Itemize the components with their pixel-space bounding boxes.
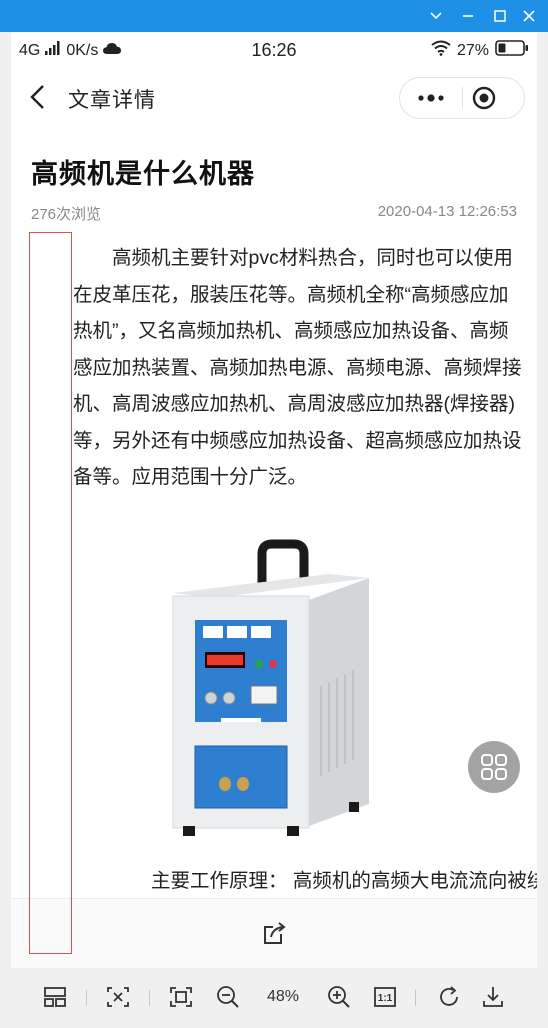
grid-menu-button[interactable]	[468, 741, 520, 793]
close-icon[interactable]	[513, 0, 545, 32]
article-title: 高频机是什么机器	[31, 159, 255, 189]
zoom-out-icon[interactable]	[215, 984, 241, 1010]
minimize-icon[interactable]	[452, 0, 484, 32]
bottom-action-bar	[11, 898, 537, 968]
capsule-divider	[462, 87, 463, 109]
paragraph-line: 等，另外还有中频感应加热设备、超高频感应加热设	[73, 429, 522, 452]
status-bar: 4G 0K/s 16:26 27%	[11, 32, 537, 68]
article-body: 高频机主要针对pvc材料热合，同时也可以使用 在皮革压花，服装压花等。高频机全称…	[73, 240, 537, 496]
download-icon[interactable]	[480, 984, 506, 1010]
toolbar-divider	[149, 990, 150, 1006]
paragraph-line: 机、高周波感应加热机、高周波感应加热器(焊接器)	[73, 393, 515, 415]
fullscreen-icon[interactable]	[168, 984, 194, 1010]
paragraph-line: 高频机主要针对pvc材料热合，同时也可以使用	[73, 247, 513, 269]
battery-level: 27%	[456, 41, 489, 59]
share-icon[interactable]	[261, 919, 289, 947]
paragraph-line: 热机”，又名高频加热机、高频感应加热设备、高频	[73, 320, 509, 342]
nav-bar: 文章详情	[11, 68, 537, 126]
actual-size-button[interactable]: 1:1	[372, 984, 398, 1010]
phone-screen: 4G 0K/s 16:26 27% 文章详情 高频机是什么机器 276次浏览 2…	[11, 32, 537, 968]
wifi-icon	[431, 40, 451, 61]
maximize-icon[interactable]	[484, 0, 516, 32]
zoom-in-icon[interactable]	[326, 984, 352, 1010]
toolbar-divider	[86, 990, 87, 1006]
zoom-level: 48%	[266, 988, 300, 1005]
battery-icon	[495, 40, 529, 61]
page-title: 文章详情	[68, 89, 156, 112]
paragraph-line: 在皮革压花，服装压花等。高频机全称“高频感应加	[73, 283, 509, 306]
paragraph-line: 备等。应用范围十分广泛。	[73, 466, 308, 488]
window-titlebar	[0, 0, 548, 32]
chevron-down-icon[interactable]	[420, 0, 452, 32]
layout-icon[interactable]	[42, 984, 68, 1010]
image-viewer-toolbar: 48% 1:1	[0, 968, 548, 1028]
view-count: 276次浏览	[31, 206, 102, 223]
selection-rectangle[interactable]	[29, 232, 72, 954]
paragraph-line: 感应加热装置、高频加热电源、高频电源、高频焊接	[73, 356, 522, 379]
back-arrow-icon[interactable]	[27, 84, 51, 110]
close-miniprogram-icon[interactable]	[472, 86, 496, 110]
mini-program-capsule	[399, 77, 525, 119]
fit-window-icon[interactable]	[105, 984, 131, 1010]
article-image-high-frequency-machine	[159, 536, 409, 841]
section-heading: 主要工作原理： 高频机的高频大电流流向被绕制	[112, 870, 537, 892]
rotate-icon[interactable]	[436, 984, 462, 1010]
toolbar-divider	[415, 990, 416, 1006]
publish-date: 2020-04-13 12:26:53	[377, 203, 517, 220]
more-options-icon[interactable]	[414, 87, 448, 109]
svg-text:1:1: 1:1	[378, 993, 393, 1004]
